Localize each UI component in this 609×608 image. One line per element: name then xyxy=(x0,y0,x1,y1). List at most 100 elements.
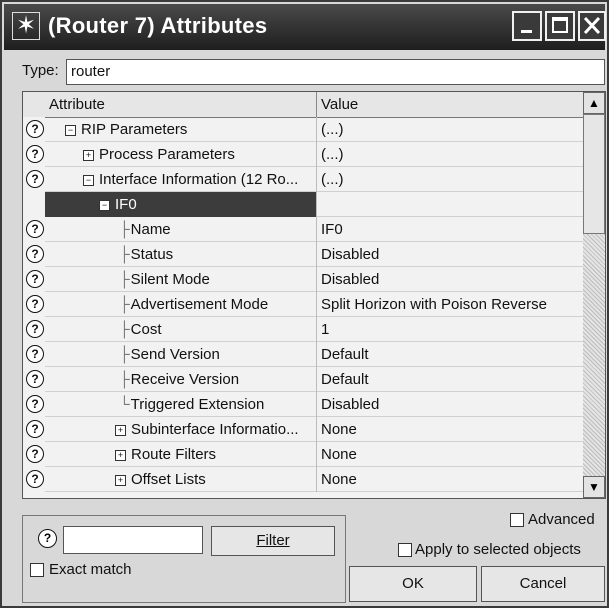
attribute-name: + Offset Lists xyxy=(115,471,206,488)
attribute-row[interactable]: ? ├Name IF0 xyxy=(23,217,583,242)
attribute-value[interactable]: Disabled xyxy=(321,396,379,413)
advanced-label[interactable]: Advanced xyxy=(528,511,595,528)
help-icon[interactable]: ? xyxy=(26,445,44,463)
maximize-button[interactable] xyxy=(545,11,575,41)
help-icon[interactable]: ? xyxy=(26,320,44,338)
help-icon[interactable]: ? xyxy=(26,170,44,188)
attribute-value[interactable]: (...) xyxy=(321,121,344,138)
attribute-value[interactable]: None xyxy=(321,421,357,438)
attribute-row[interactable]: ? └Triggered Extension Disabled xyxy=(23,392,583,417)
close-icon xyxy=(583,16,601,35)
column-header-attribute[interactable]: Attribute xyxy=(49,96,105,113)
tree-connector: ├ xyxy=(119,371,130,388)
attribute-label: Silent Mode xyxy=(130,271,210,288)
attribute-row[interactable]: ? ├Receive Version Default xyxy=(23,367,583,392)
attribute-row[interactable]: ? ├Send Version Default xyxy=(23,342,583,367)
attribute-value[interactable]: (...) xyxy=(321,146,344,163)
attribute-label: Advertisement Mode xyxy=(130,296,269,313)
help-icon[interactable]: ? xyxy=(26,145,44,163)
ok-button[interactable]: OK xyxy=(349,566,477,602)
attribute-row[interactable]: − IF0 xyxy=(23,192,583,217)
attribute-row[interactable]: ? ├Cost 1 xyxy=(23,317,583,342)
scroll-up-button[interactable]: ▲ xyxy=(583,92,605,114)
attribute-value[interactable]: None xyxy=(321,446,357,463)
title-bar[interactable]: ✶ (Router 7) Attributes xyxy=(4,4,606,50)
attribute-row[interactable]: ? + Process Parameters (...) xyxy=(23,142,583,167)
attribute-value[interactable]: (...) xyxy=(321,171,344,188)
attribute-label: Interface Information (12 Ro... xyxy=(99,171,299,188)
attribute-name: ├Silent Mode xyxy=(119,271,210,288)
apply-to-selected-checkbox[interactable] xyxy=(398,543,412,557)
attribute-value[interactable]: None xyxy=(321,471,357,488)
attribute-row[interactable]: ? + Route Filters None xyxy=(23,442,583,467)
attribute-value[interactable]: Default xyxy=(321,371,369,388)
attribute-value[interactable]: Disabled xyxy=(321,271,379,288)
expand-icon[interactable]: + xyxy=(115,425,126,436)
collapse-icon[interactable]: − xyxy=(83,175,94,186)
expand-icon[interactable]: + xyxy=(115,475,126,486)
scroll-down-button[interactable]: ▼ xyxy=(583,476,605,498)
attribute-value[interactable]: Default xyxy=(321,346,369,363)
help-icon[interactable]: ? xyxy=(26,295,44,313)
attribute-value[interactable]: Disabled xyxy=(321,246,379,263)
help-icon[interactable]: ? xyxy=(26,370,44,388)
help-icon[interactable]: ? xyxy=(26,470,44,488)
attribute-value[interactable]: Split Horizon with Poison Reverse xyxy=(321,296,547,313)
attribute-label: Status xyxy=(130,246,174,263)
attribute-row[interactable]: ? ├Status Disabled xyxy=(23,242,583,267)
scroll-thumb[interactable] xyxy=(583,114,605,234)
attribute-row[interactable]: ? + Offset Lists None xyxy=(23,467,583,492)
collapse-icon[interactable]: − xyxy=(99,200,110,211)
attribute-row[interactable]: ? − RIP Parameters (...) xyxy=(23,117,583,142)
attribute-label: Process Parameters xyxy=(99,146,235,163)
filter-panel: ? Filter Exact match xyxy=(22,515,346,603)
attribute-row[interactable]: ? + Subinterface Informatio... None xyxy=(23,417,583,442)
collapse-icon[interactable]: − xyxy=(65,125,76,136)
help-icon[interactable]: ? xyxy=(26,245,44,263)
attribute-grid[interactable]: Attribute Value ? − RIP Parameters (...)? + P… xyxy=(22,91,606,499)
type-field[interactable]: router xyxy=(66,59,605,85)
help-icon[interactable]: ? xyxy=(26,395,44,413)
attribute-name: ├Advertisement Mode xyxy=(119,296,268,313)
attribute-label: Triggered Extension xyxy=(130,396,265,413)
minimize-button[interactable] xyxy=(512,11,542,41)
advanced-checkbox[interactable] xyxy=(510,513,524,527)
help-icon[interactable]: ? xyxy=(26,220,44,238)
help-icon[interactable]: ? xyxy=(26,120,44,138)
attribute-label: Subinterface Informatio... xyxy=(131,421,299,438)
exact-match-checkbox[interactable] xyxy=(30,563,44,577)
help-icon[interactable]: ? xyxy=(26,270,44,288)
attribute-row[interactable]: ? − Interface Information (12 Ro... (...) xyxy=(23,167,583,192)
attribute-label: Receive Version xyxy=(130,371,240,388)
maximize-icon xyxy=(552,17,568,33)
attribute-name: ├Receive Version xyxy=(119,371,239,388)
cancel-button[interactable]: Cancel xyxy=(481,566,605,602)
attribute-value[interactable]: 1 xyxy=(321,321,329,338)
attribute-label: Offset Lists xyxy=(131,471,206,488)
attribute-name: − RIP Parameters xyxy=(65,121,187,138)
expand-icon[interactable]: + xyxy=(83,150,94,161)
exact-match-label[interactable]: Exact match xyxy=(49,561,132,578)
attribute-row[interactable]: ? ├Advertisement Mode Split Horizon with P… xyxy=(23,292,583,317)
tree-connector: └ xyxy=(119,396,130,413)
help-icon[interactable]: ? xyxy=(26,345,44,363)
help-icon[interactable]: ? xyxy=(38,529,57,548)
attribute-name: + Subinterface Informatio... xyxy=(115,421,299,438)
tree-connector: ├ xyxy=(119,296,130,313)
filter-button[interactable]: Filter xyxy=(211,526,335,556)
attribute-name: − IF0 xyxy=(99,196,137,213)
close-button[interactable] xyxy=(578,11,606,41)
help-icon[interactable]: ? xyxy=(26,420,44,438)
column-header-value[interactable]: Value xyxy=(321,96,358,113)
arrow-up-icon: ▲ xyxy=(588,96,600,110)
attribute-label: Route Filters xyxy=(131,446,217,463)
attribute-value[interactable]: IF0 xyxy=(321,221,343,238)
app-star-icon: ✶ xyxy=(12,12,40,40)
apply-to-selected-label[interactable]: Apply to selected objects xyxy=(415,541,581,558)
expand-icon[interactable]: + xyxy=(115,450,126,461)
vertical-scrollbar[interactable]: ▲ ▼ xyxy=(583,92,605,498)
filter-button-label: Filter xyxy=(256,532,290,549)
attribute-row[interactable]: ? ├Silent Mode Disabled xyxy=(23,267,583,292)
filter-input[interactable] xyxy=(63,526,203,554)
attribute-label: Send Version xyxy=(130,346,220,363)
